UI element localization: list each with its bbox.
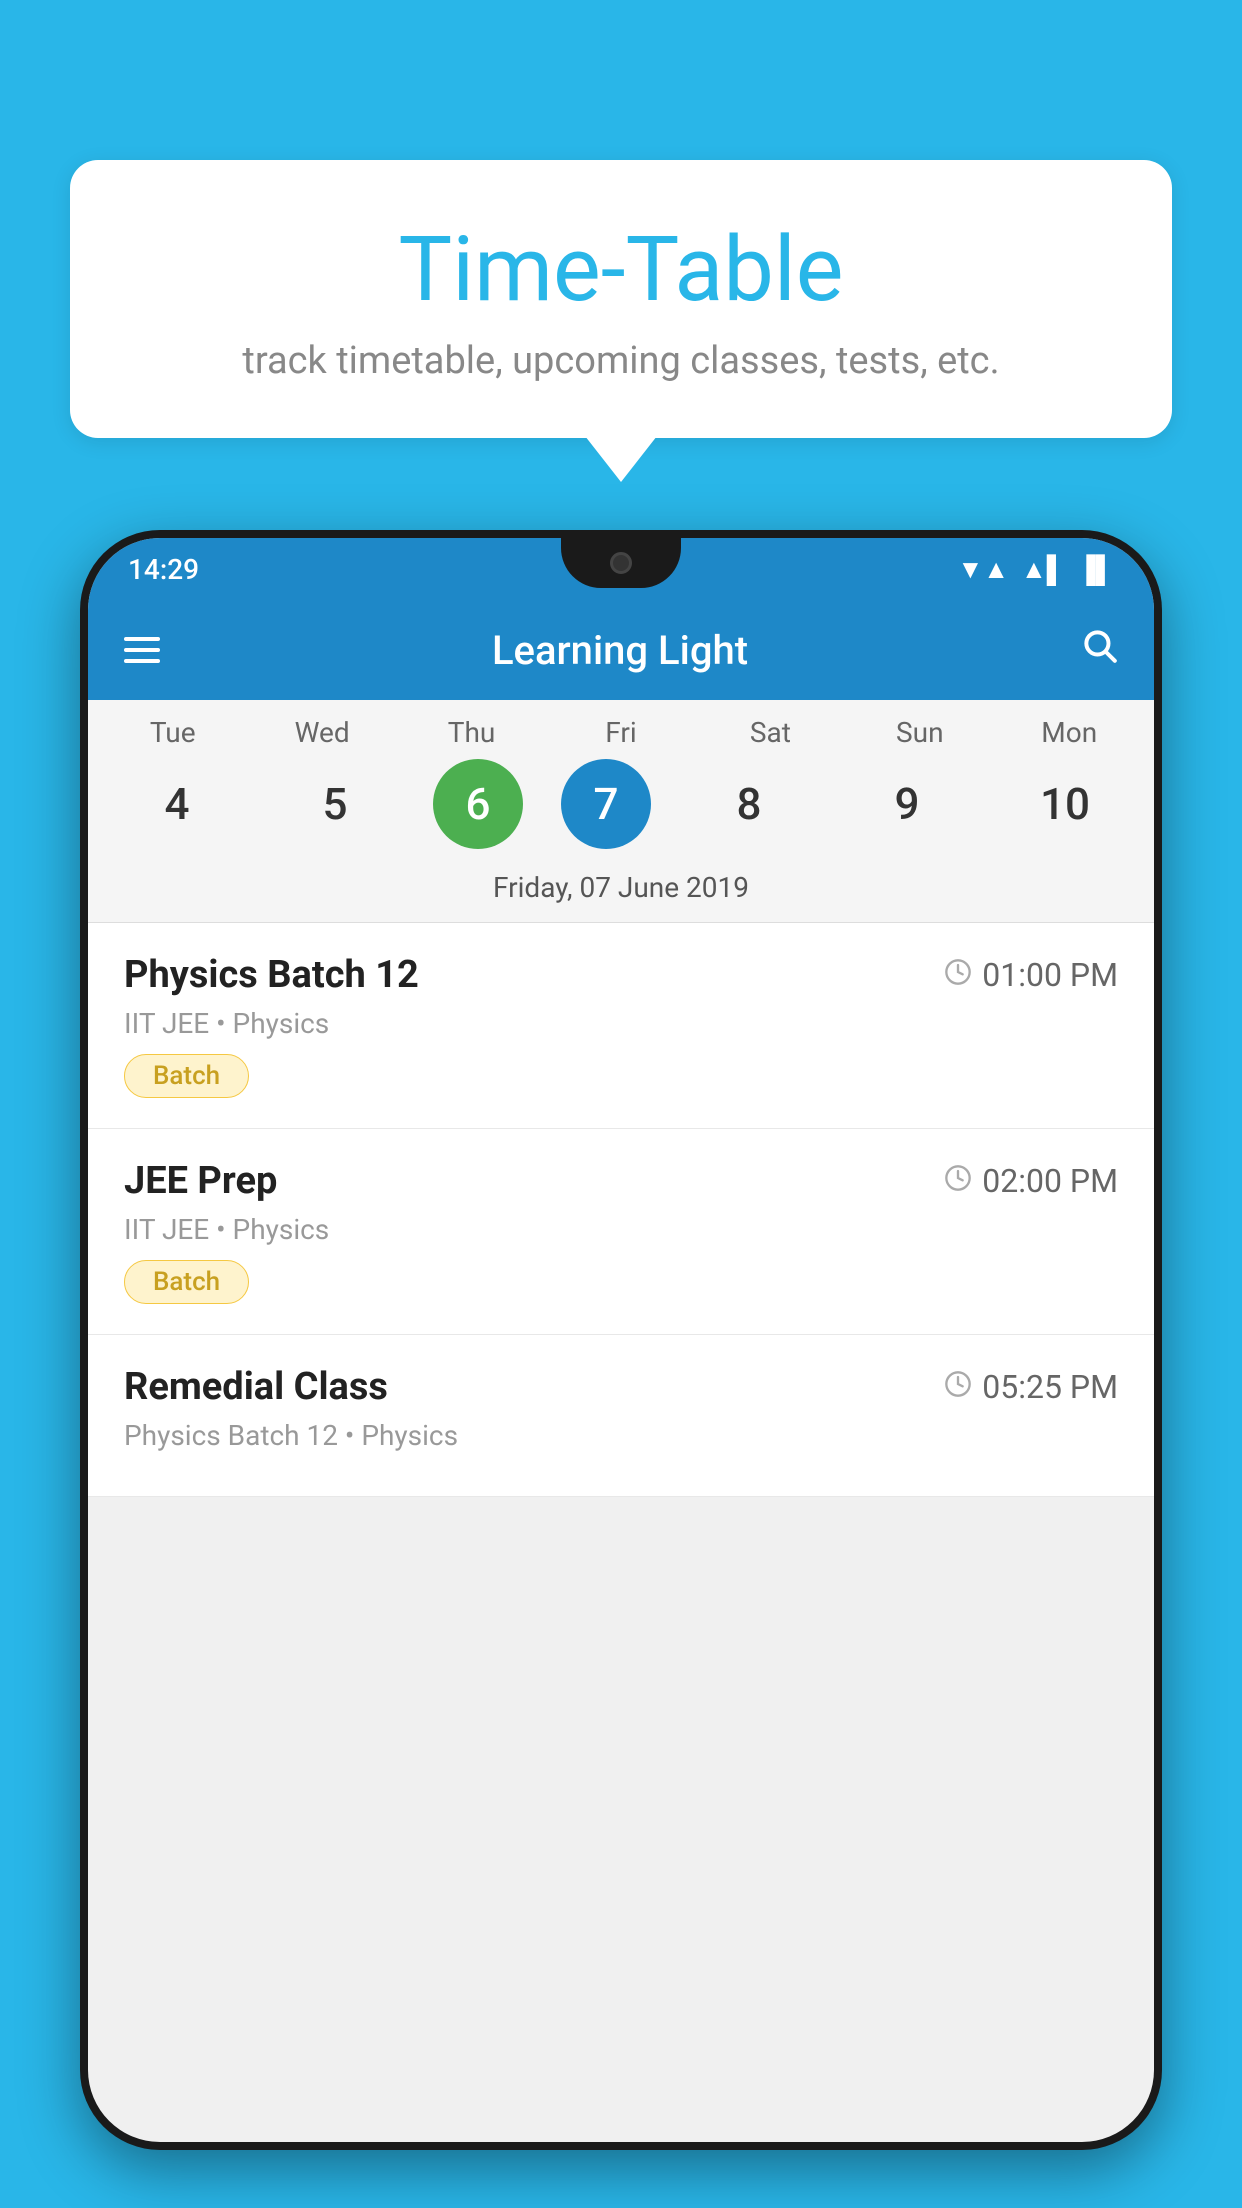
selected-date-label: Friday, 07 June 2019 xyxy=(88,865,1154,923)
calendar-strip: Tue Wed Thu Fri Sat Sun Mon 4 5 6 7 8 9 … xyxy=(88,700,1154,923)
item-2-time: 02:00 PM xyxy=(944,1162,1118,1200)
day-10[interactable]: 10 xyxy=(1005,759,1125,849)
phone-screen: 14:29 ▼▲ ▲▌ ▐▌ Learning Light xyxy=(88,538,1154,2142)
day-label-fri: Fri xyxy=(561,716,681,749)
item-2-badge: Batch xyxy=(124,1260,249,1304)
item-1-badge: Batch xyxy=(124,1054,249,1098)
day-label-tue: Tue xyxy=(113,716,233,749)
day-label-sun: Sun xyxy=(860,716,980,749)
app-title: Learning Light xyxy=(190,627,1050,674)
schedule-item-3[interactable]: Remedial Class 05:25 PM Physics Batch xyxy=(88,1335,1154,1497)
item-1-name: Physics Batch 12 xyxy=(124,953,419,997)
item-1-time: 01:00 PM xyxy=(944,956,1118,994)
wifi-icon: ▼▲ xyxy=(958,554,1009,585)
item-3-header: Remedial Class 05:25 PM xyxy=(124,1365,1118,1409)
item-1-header: Physics Batch 12 01:00 PM xyxy=(124,953,1118,997)
item-2-meta: IIT JEE • Physics xyxy=(124,1213,1118,1246)
bubble-title: Time-Table xyxy=(120,220,1122,319)
clock-icon-2 xyxy=(944,1162,972,1200)
day-labels: Tue Wed Thu Fri Sat Sun Mon xyxy=(88,716,1154,759)
day-label-wed: Wed xyxy=(262,716,382,749)
day-8[interactable]: 8 xyxy=(689,759,809,849)
day-4[interactable]: 4 xyxy=(117,759,237,849)
status-time: 14:29 xyxy=(128,553,199,586)
item-2-header: JEE Prep 02:00 PM xyxy=(124,1159,1118,1203)
clock-icon-1 xyxy=(944,956,972,994)
schedule-list: Physics Batch 12 01:00 PM IIT JEE • P xyxy=(88,923,1154,1497)
day-7-selected[interactable]: 7 xyxy=(561,759,651,849)
day-label-mon: Mon xyxy=(1009,716,1129,749)
day-numbers: 4 5 6 7 8 9 10 xyxy=(88,759,1154,865)
day-9[interactable]: 9 xyxy=(847,759,967,849)
day-6-today[interactable]: 6 xyxy=(433,759,523,849)
item-3-meta: Physics Batch 12 • Physics xyxy=(124,1419,1118,1452)
day-label-sat: Sat xyxy=(710,716,830,749)
clock-icon-3 xyxy=(944,1368,972,1406)
schedule-item-1[interactable]: Physics Batch 12 01:00 PM IIT JEE • P xyxy=(88,923,1154,1129)
item-2-name: JEE Prep xyxy=(124,1159,277,1203)
search-button[interactable] xyxy=(1080,626,1118,674)
speech-bubble-card: Time-Table track timetable, upcoming cla… xyxy=(70,160,1172,438)
status-icons: ▼▲ ▲▌ ▐▌ xyxy=(958,554,1114,585)
bubble-subtitle: track timetable, upcoming classes, tests… xyxy=(120,339,1122,383)
phone-container: 14:29 ▼▲ ▲▌ ▐▌ Learning Light xyxy=(80,530,1162,2208)
item-3-name: Remedial Class xyxy=(124,1365,388,1409)
schedule-item-2[interactable]: JEE Prep 02:00 PM IIT JEE • Physics xyxy=(88,1129,1154,1335)
battery-icon: ▐▌ xyxy=(1077,554,1114,585)
day-label-thu: Thu xyxy=(412,716,532,749)
camera-icon xyxy=(610,552,632,574)
app-bar: Learning Light xyxy=(88,600,1154,700)
day-5[interactable]: 5 xyxy=(275,759,395,849)
item-3-time: 05:25 PM xyxy=(944,1368,1118,1406)
phone-notch xyxy=(561,538,681,588)
menu-button[interactable] xyxy=(124,637,160,663)
item-1-meta: IIT JEE • Physics xyxy=(124,1007,1118,1040)
signal-icon: ▲▌ xyxy=(1021,554,1065,585)
phone-frame: 14:29 ▼▲ ▲▌ ▐▌ Learning Light xyxy=(80,530,1162,2150)
